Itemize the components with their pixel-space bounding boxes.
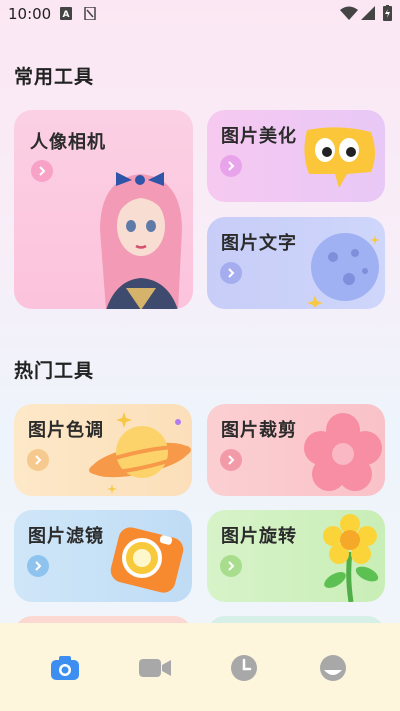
- photo-beautify-label: 图片美化: [221, 126, 297, 147]
- sunflower-icon: [323, 514, 379, 602]
- notification-a-icon: A: [60, 7, 72, 20]
- flower-icon: [304, 413, 382, 491]
- photo-text-label: 图片文字: [221, 233, 297, 254]
- photo-filter-card[interactable]: 图片滤镜: [14, 510, 192, 602]
- camera-illustration-icon: [110, 527, 184, 593]
- nav-profile-tab[interactable]: [316, 651, 350, 685]
- video-icon: [139, 659, 171, 677]
- nav-video-tab[interactable]: [138, 651, 172, 685]
- photo-tone-arrow-icon: [27, 449, 49, 471]
- photo-crop-label: 图片裁剪: [221, 420, 297, 441]
- camera-icon: [51, 656, 79, 680]
- status-time: 10:00: [8, 5, 52, 23]
- profile-icon: [320, 655, 346, 681]
- section-title-common-tools: 常用工具: [14, 66, 95, 88]
- wifi-icon: [340, 6, 358, 20]
- photo-rotate-arrow-icon: [220, 555, 242, 577]
- svg-text:A: A: [63, 10, 70, 20]
- speech-bubble-eyes-icon: [304, 127, 375, 188]
- section-title-hot-tools: 热门工具: [14, 360, 95, 382]
- status-bar: 10:00 A: [0, 0, 400, 28]
- photo-rotate-label: 图片旋转: [221, 526, 297, 547]
- photo-crop-arrow-icon: [220, 449, 242, 471]
- photo-filter-arrow-icon: [27, 555, 49, 577]
- photo-beautify-card[interactable]: 图片美化: [207, 110, 385, 202]
- photo-crop-card[interactable]: 图片裁剪: [207, 404, 385, 496]
- photo-text-arrow-icon: [220, 262, 242, 284]
- signal-icon: [361, 6, 375, 20]
- notification-n-icon: [84, 7, 96, 20]
- photo-filter-label: 图片滤镜: [28, 526, 104, 547]
- nav-camera-tab[interactable]: [48, 651, 82, 685]
- portrait-girl-illustration: [100, 172, 182, 309]
- moon-icon: [307, 233, 380, 307]
- portrait-camera-label: 人像相机: [30, 132, 106, 153]
- portrait-camera-card[interactable]: 人像相机: [14, 110, 193, 309]
- bottom-navigation: [0, 623, 400, 711]
- battery-icon: [383, 5, 392, 21]
- photo-beautify-arrow-icon: [220, 155, 242, 177]
- nav-history-tab[interactable]: [227, 651, 261, 685]
- photo-tone-card[interactable]: 图片色调: [14, 404, 192, 496]
- photo-rotate-card[interactable]: 图片旋转: [207, 510, 385, 602]
- photo-text-card[interactable]: 图片文字: [207, 217, 385, 309]
- clock-icon: [231, 655, 257, 681]
- planet-icon: [89, 412, 191, 494]
- portrait-camera-arrow-icon: [31, 160, 53, 182]
